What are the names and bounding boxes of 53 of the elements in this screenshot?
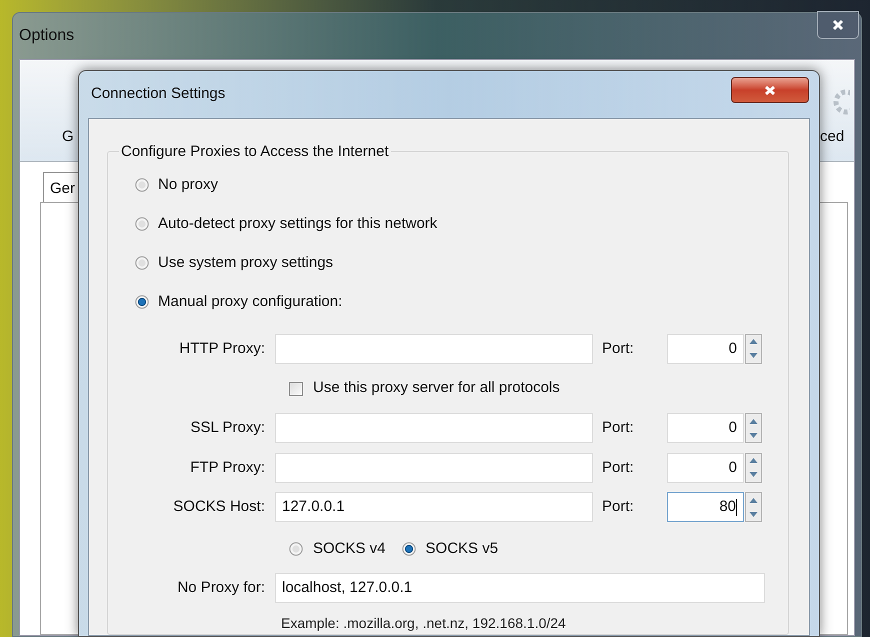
radio-label[interactable]: No proxy (158, 174, 218, 196)
radio-button[interactable] (135, 256, 149, 270)
input-field[interactable]: localhost, 127.0.0.1 (275, 573, 765, 603)
input-field[interactable] (275, 452, 593, 483)
dialog-title: Connection Settings (91, 84, 226, 104)
input-field[interactable] (275, 334, 593, 364)
input-field[interactable]: 0 (667, 334, 744, 364)
close-icon (832, 19, 844, 31)
up-arrow-icon[interactable] (749, 339, 758, 344)
down-arrow-icon[interactable] (749, 512, 758, 517)
down-arrow-icon[interactable] (749, 472, 758, 478)
spin-button[interactable] (745, 492, 762, 522)
radio-label[interactable]: Use system proxy settings (158, 252, 334, 274)
field-label: Port: (601, 338, 635, 358)
input-field[interactable]: 127.0.0.1 (275, 492, 593, 522)
field-label: HTTP Proxy: (178, 338, 266, 358)
close-button[interactable] (817, 11, 859, 39)
field-label: Port: (601, 458, 635, 478)
radio-button[interactable] (289, 542, 303, 556)
input-field[interactable] (275, 413, 593, 444)
input-field[interactable]: 0 (667, 413, 744, 444)
close-button[interactable] (731, 77, 809, 103)
radio-label[interactable]: SOCKS v4 (313, 538, 386, 560)
field-label: SOCKS Host: (172, 497, 266, 517)
checkbox-label[interactable]: Use this proxy server for all protocols (313, 377, 560, 400)
radio-label[interactable]: Manual proxy configuration: (158, 290, 342, 314)
down-arrow-icon[interactable] (749, 353, 758, 358)
toolbar-label[interactable]: G (62, 126, 74, 148)
field-label: FTP Proxy: (189, 458, 266, 478)
radio-button[interactable] (402, 542, 416, 556)
down-arrow-icon[interactable] (749, 432, 758, 438)
radio-button[interactable] (135, 217, 149, 231)
example-text: Example: .mozilla.org, .net.nz, 192.168.1.0/24 (281, 614, 566, 633)
toolbar-label[interactable]: ced (820, 126, 844, 148)
close-icon (764, 84, 776, 96)
up-arrow-icon[interactable] (749, 498, 758, 503)
radio-button[interactable] (135, 295, 149, 309)
input-field[interactable]: 80 (667, 492, 744, 522)
checkbox[interactable] (289, 382, 303, 396)
up-arrow-icon[interactable] (749, 418, 758, 424)
radio-button[interactable] (135, 178, 149, 192)
up-arrow-icon[interactable] (749, 458, 758, 464)
radio-label[interactable]: Auto-detect proxy settings for this network (158, 212, 438, 236)
spin-button[interactable] (745, 452, 762, 483)
spin-button[interactable] (745, 413, 762, 444)
field-label: Port: (601, 497, 635, 517)
input-field[interactable]: 0 (667, 452, 744, 483)
radio-label[interactable]: SOCKS v5 (426, 538, 498, 560)
spin-button[interactable] (745, 334, 762, 364)
field-label: Port: (601, 418, 635, 438)
field-label: No Proxy for: (176, 578, 266, 598)
window-title: Options (19, 26, 74, 46)
field-label: SSL Proxy: (190, 418, 266, 438)
